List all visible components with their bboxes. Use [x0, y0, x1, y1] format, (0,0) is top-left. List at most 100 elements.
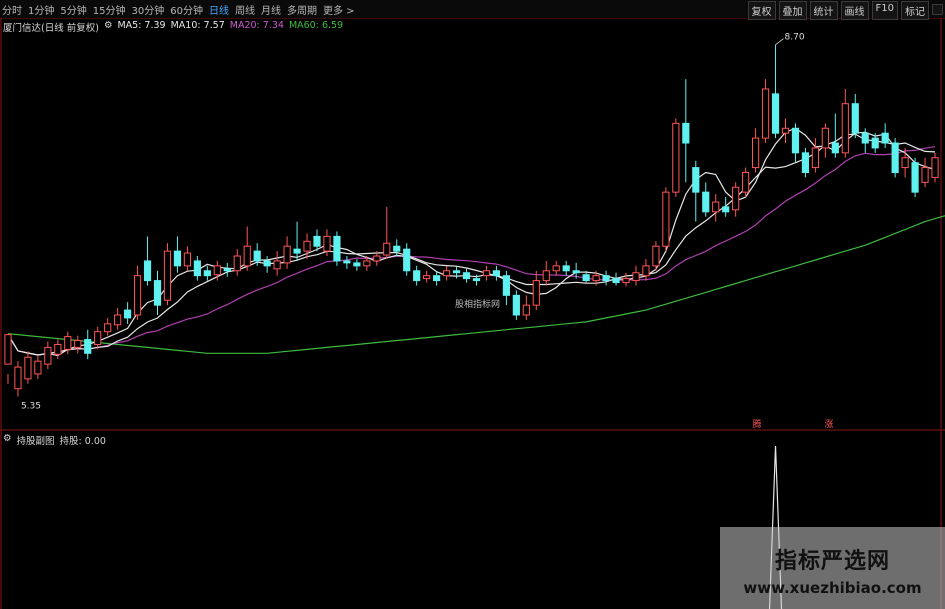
candle-body-8: [84, 339, 92, 354]
candle-body-83: [831, 142, 839, 154]
candle-body-0: [4, 334, 12, 365]
candle-body-93: [931, 157, 939, 178]
candle-body-52: [522, 304, 530, 316]
candle-body-74: [742, 171, 750, 193]
candle-body-15: [153, 280, 162, 306]
candle-body-84: [841, 103, 849, 154]
candle-body-92: [921, 167, 929, 183]
candle-body-20: [203, 270, 211, 277]
signal-label-1: 涨: [824, 419, 833, 430]
candle-body-2: [24, 356, 32, 380]
candle-body-73: [732, 186, 740, 211]
candle-body-30: [303, 240, 311, 252]
candle-body-62: [622, 278, 630, 284]
candle-body-79: [791, 127, 800, 154]
candle-body-69: [692, 167, 700, 193]
high-arrow: [775, 38, 784, 46]
candle-body-51: [512, 294, 520, 316]
candle-body-49: [492, 270, 501, 277]
candle-body-71: [712, 201, 720, 213]
candle-body-44: [442, 270, 451, 277]
candle-body-19: [193, 260, 201, 277]
candle-body-90: [901, 157, 909, 169]
candle-body-50: [502, 275, 510, 296]
candle-body-67: [672, 122, 680, 193]
candle-body-91: [911, 162, 919, 193]
candle-body-1: [14, 366, 22, 390]
candle-body-64: [642, 265, 650, 277]
candle-body-76: [761, 88, 770, 139]
candle-body-4: [44, 346, 52, 365]
candle-body-80: [801, 152, 810, 173]
candle-body-14: [143, 260, 152, 282]
candle-body-57: [572, 270, 580, 274]
high-label: 8.70: [785, 33, 805, 43]
candle-body-42: [423, 275, 431, 280]
candle-body-45: [452, 270, 461, 274]
candle-body-3: [34, 360, 42, 375]
candle-body-75: [752, 137, 760, 169]
candle-body-33: [333, 235, 341, 262]
candle-body-59: [592, 275, 600, 282]
candle-body-40: [403, 248, 411, 272]
candle-body-87: [871, 137, 879, 149]
candle-body-70: [702, 191, 710, 213]
candle-body-60: [602, 275, 610, 282]
candle-body-22: [223, 268, 231, 272]
center-text: 股相指标网: [455, 298, 500, 310]
candle-body-85: [851, 103, 859, 134]
candle-body-48: [482, 270, 491, 277]
candle-body-35: [353, 262, 361, 267]
candle-body-29: [293, 248, 301, 254]
candle-body-56: [562, 265, 570, 272]
candle-body-72: [722, 206, 730, 213]
price-chart: 8.70 5.35 股相指标网腾 涨: [0, 18, 945, 609]
candle-body-53: [532, 280, 540, 306]
candle-body-16: [163, 250, 172, 301]
candle-body-18: [183, 252, 191, 267]
candle-body-82: [821, 127, 829, 149]
candle-body-41: [413, 270, 421, 282]
candle-body-27: [273, 260, 281, 270]
candle-body-89: [891, 142, 899, 173]
candle-body-11: [114, 314, 122, 326]
candle-body-58: [582, 274, 590, 282]
candle-body-24: [243, 245, 251, 267]
candle-body-47: [472, 278, 481, 282]
candle-body-21: [213, 265, 221, 276]
candle-body-55: [552, 265, 560, 272]
candle-body-78: [781, 127, 790, 134]
candle-body-13: [133, 275, 142, 316]
candle-body-88: [881, 132, 889, 144]
candle-body-86: [861, 132, 869, 144]
candle-body-26: [263, 260, 271, 267]
candle-body-17: [173, 250, 182, 267]
candle-body-66: [662, 191, 670, 247]
candle-body-54: [542, 270, 550, 282]
candle-body-68: [682, 122, 690, 144]
candle-body-32: [323, 235, 331, 252]
candle-body-65: [652, 245, 660, 267]
low-label: 5.35: [21, 402, 41, 412]
signal-label-0: 腾: [752, 418, 761, 430]
candle-body-10: [104, 323, 112, 333]
candle-body-28: [283, 245, 291, 264]
watermark-url: www.xuezhibiao.com: [743, 579, 922, 597]
candle-body-37: [373, 255, 381, 262]
candle-body-12: [124, 309, 132, 319]
candle-body-34: [343, 260, 351, 264]
candle-body-5: [54, 343, 62, 355]
candle-body-77: [771, 93, 780, 134]
candle-body-43: [433, 275, 441, 282]
candle-body-25: [253, 250, 261, 262]
candle-body-6: [64, 336, 72, 350]
watermark: 指标严选网 www.xuezhibiao.com: [720, 527, 945, 609]
candle-body-46: [462, 272, 471, 280]
candle-body-9: [94, 331, 102, 345]
candle-body-61: [612, 278, 620, 284]
candle-body-23: [233, 255, 241, 272]
candle-body-7: [74, 340, 82, 348]
watermark-title: 指标严选网: [774, 549, 890, 574]
candle-body-81: [811, 147, 819, 169]
candle-body-39: [393, 245, 401, 252]
